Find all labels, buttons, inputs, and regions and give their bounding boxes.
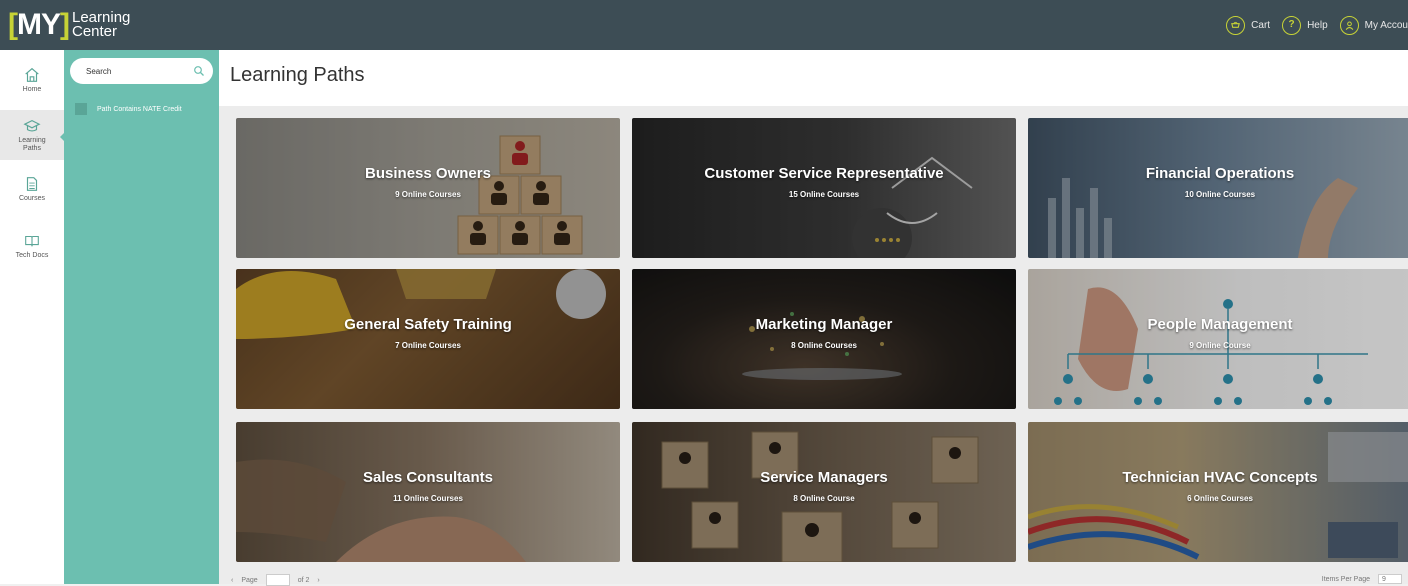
top-nav: Cart ? Help My Accou — [1226, 0, 1408, 50]
help-label: Help — [1307, 19, 1328, 31]
rail-label-home: Home — [22, 85, 42, 93]
search-input[interactable] — [84, 65, 193, 77]
card-general-safety-training[interactable]: General Safety Training 7 Online Courses — [236, 269, 620, 409]
book-icon — [25, 235, 39, 246]
logo-line2: Center — [72, 23, 118, 40]
page-title: Learning Paths — [230, 64, 365, 86]
card-overlay — [1028, 118, 1408, 258]
card-overlay — [1028, 422, 1408, 562]
card-count: 9 Online Courses — [395, 190, 461, 199]
pager-left: ‹ Page of 2 › — [231, 574, 328, 586]
card-title: Business Owners — [365, 165, 491, 182]
card-title: People Management — [1147, 316, 1293, 333]
rail-item-tech-docs[interactable]: Tech Docs — [0, 222, 64, 268]
cart-icon — [1226, 15, 1246, 35]
home-icon — [25, 67, 39, 82]
cart-link[interactable]: Cart — [1226, 15, 1271, 35]
card-business-owners[interactable]: Business Owners 9 Online Courses — [236, 118, 620, 258]
card-overlay — [236, 118, 620, 258]
left-rail: Home Learning Paths Courses Tech Docs — [0, 50, 65, 584]
card-count: 10 Online Courses — [1184, 190, 1256, 199]
card-count: 8 Online Course — [793, 494, 855, 503]
filter-panel: Path Contains NATE Credit — [64, 50, 219, 584]
logo-text: Learning Center — [72, 10, 130, 40]
pager-right: Items Per Page 9 — [1322, 574, 1402, 584]
search-icon[interactable] — [193, 65, 205, 77]
card-count: 15 Online Courses — [788, 190, 860, 199]
card-title: Financial Operations — [1145, 165, 1295, 182]
nate-credit-label: Path Contains NATE Credit — [97, 105, 182, 113]
help-icon: ? — [1282, 15, 1302, 35]
card-count: 8 Online Courses — [791, 341, 857, 350]
logo-my: [MY] — [8, 8, 70, 41]
page-header: Learning Paths — [219, 50, 1408, 106]
account-label: My Accou — [1364, 19, 1408, 31]
card-customer-service-representative[interactable]: Customer Service Representative 15 Onlin… — [632, 118, 1016, 258]
card-people-management[interactable]: People Management 9 Online Course — [1028, 269, 1408, 409]
main-content: Learning Paths Business Owners 9 Online … — [219, 50, 1408, 586]
prev-page-icon[interactable]: ‹ — [231, 577, 233, 584]
card-overlay — [1028, 269, 1408, 409]
graduation-cap-icon — [23, 119, 41, 132]
filter-option-nate-credit[interactable]: Path Contains NATE Credit — [75, 103, 182, 115]
card-count: 9 Online Course — [1189, 341, 1251, 350]
account-link[interactable]: My Accou — [1339, 15, 1408, 35]
help-link[interactable]: ? Help — [1282, 15, 1328, 35]
rail-label-learning-paths: Learning Paths — [18, 137, 46, 152]
card-overlay — [632, 422, 1016, 562]
top-bar: [MY] Learning Center Cart ? Help My Acco… — [0, 0, 1408, 50]
card-sales-consultants[interactable]: Sales Consultants 11 Online Courses — [236, 422, 620, 562]
card-count: 6 Online Courses — [1187, 494, 1253, 503]
rail-label-tech-docs: Tech Docs — [15, 251, 49, 259]
logo[interactable]: [MY] Learning Center — [8, 6, 130, 44]
card-service-managers[interactable]: Service Managers 8 Online Course — [632, 422, 1016, 562]
card-overlay — [236, 269, 620, 409]
card-overlay — [236, 422, 620, 562]
card-title: Marketing Manager — [755, 316, 893, 333]
card-count: 11 Online Courses — [393, 494, 463, 503]
card-technician-hvac-concepts[interactable]: Technician HVAC Concepts 6 Online Course… — [1028, 422, 1408, 562]
search-box — [70, 58, 213, 84]
page-of-label: of 2 — [297, 576, 310, 584]
card-title: Technician HVAC Concepts — [1122, 469, 1318, 486]
account-icon — [1339, 15, 1359, 35]
items-per-page-select[interactable]: 9 — [1378, 574, 1402, 584]
cart-label: Cart — [1251, 19, 1271, 31]
rail-item-home[interactable]: Home — [0, 56, 64, 102]
rail-item-learning-paths[interactable]: Learning Paths — [0, 110, 65, 160]
nate-credit-checkbox[interactable] — [75, 103, 87, 115]
page-label: Page — [241, 576, 258, 584]
card-title: General Safety Training — [344, 316, 512, 333]
card-financial-operations[interactable]: Financial Operations 10 Online Courses — [1028, 118, 1408, 258]
document-icon — [26, 176, 38, 191]
card-overlay — [632, 118, 1016, 258]
items-per-page-label: Items Per Page — [1321, 575, 1370, 583]
card-marketing-manager[interactable]: Marketing Manager 8 Online Courses — [632, 269, 1016, 409]
card-overlay — [632, 269, 1016, 409]
rail-label-courses: Courses — [18, 194, 46, 202]
card-title: Sales Consultants — [362, 469, 494, 486]
rail-item-courses[interactable]: Courses — [0, 164, 64, 212]
card-count: 7 Online Courses — [395, 341, 461, 350]
page-input[interactable] — [265, 574, 290, 586]
card-title: Customer Service Representative — [704, 165, 944, 182]
next-page-icon[interactable]: › — [317, 577, 319, 584]
card-title: Service Managers — [760, 469, 888, 486]
